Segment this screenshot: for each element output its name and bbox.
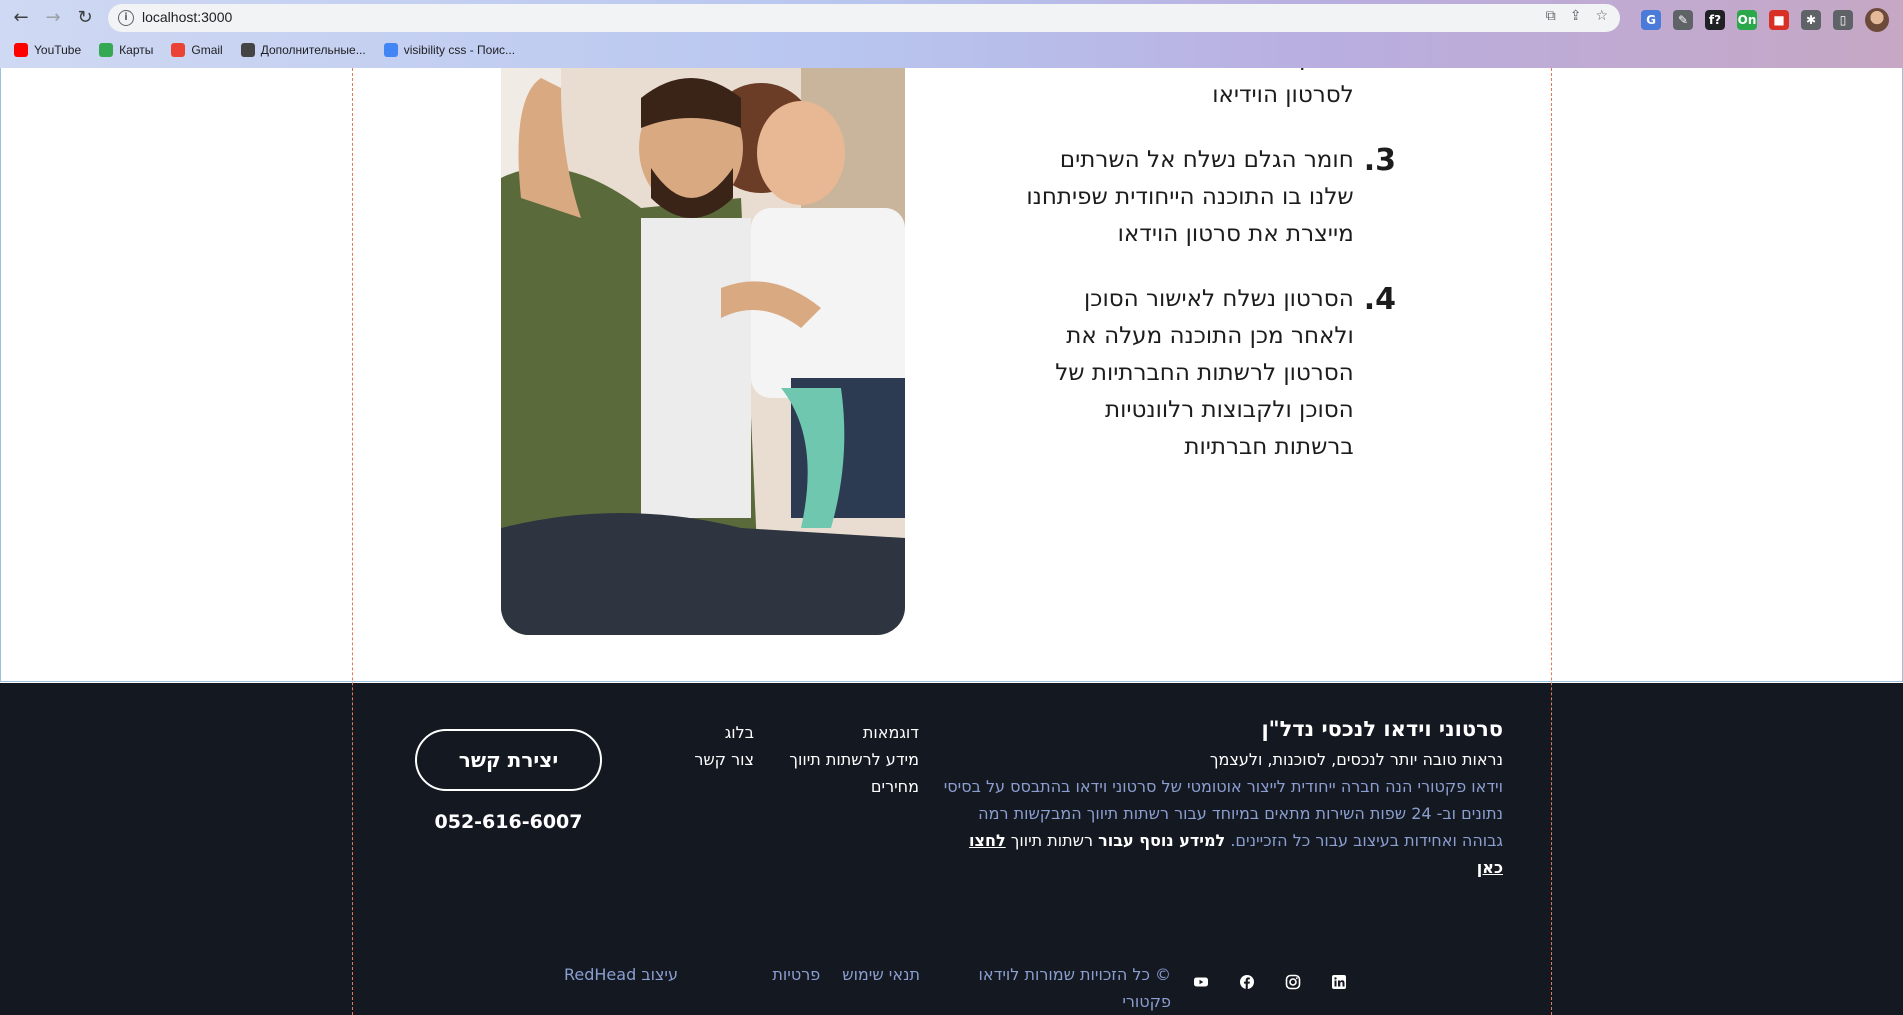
font-ext-icon[interactable]: f? [1705, 10, 1725, 30]
footer-phone[interactable]: 052-616-6007 [415, 811, 602, 833]
bookmark-label: Дополнительные... [260, 43, 366, 57]
extensions-bar: G ✎ f? On ■ ✱ ▯ [1641, 8, 1889, 32]
bookmark-label: Карты [119, 43, 154, 57]
extra-icon [240, 43, 255, 57]
process-section: 2.הסוכן בוחר את התבנית העיצובית לסרטון ה… [0, 68, 1903, 682]
design-credit[interactable]: עיצוב RedHead [564, 961, 678, 988]
process-step: 2.הסוכן בוחר את התבנית העיצובית לסרטון ה… [976, 68, 1396, 114]
reload-icon[interactable]: ↻ [74, 7, 96, 29]
youtube-icon [14, 43, 28, 57]
footer-nav-link[interactable]: בלוג [654, 719, 754, 746]
step-number: 2. [1364, 68, 1396, 114]
facebook-icon[interactable] [1236, 971, 1258, 993]
footer-legal-links: תנאי שימוש פרטיות [772, 961, 920, 988]
contact-button[interactable]: יצירת קשר [415, 729, 602, 791]
process-steps-list: 2.הסוכן בוחר את התבנית העיצובית לסרטון ה… [976, 68, 1396, 494]
footer-title: סרטוני וידאו לנכסי נדל"ן [1261, 717, 1503, 741]
footer-description: וידאו פקטורי הנה חברה ייחודית לייצור אוט… [943, 773, 1503, 881]
instagram-icon[interactable] [1282, 971, 1304, 993]
bookmarks-bar: YouTube Карты Gmail Дополнительные... visibi… [0, 36, 1903, 68]
step-text: חומר הגלם נשלח אל השרתים שלנו בו התוכנה … [1026, 147, 1354, 247]
maps-icon [99, 43, 114, 57]
step-text: הסוכן בוחר את התבנית העיצובית לסרטון הוי… [1031, 68, 1354, 108]
address-url[interactable]: localhost:3000 [142, 9, 232, 25]
profile-avatar[interactable] [1865, 8, 1889, 32]
puzzle-ext-icon[interactable]: ✱ [1801, 10, 1821, 30]
gmail-icon [171, 43, 186, 57]
step-number: 3. [1363, 143, 1396, 178]
address-bar[interactable]: i localhost:3000 ⧉ ⇪ ☆ [108, 4, 1620, 32]
footer-brand-block: סרטוני וידאו לנכסי נדל"ן נראות טובה יותר… [943, 717, 1503, 881]
on-ext-icon[interactable]: On [1737, 10, 1757, 30]
bookmark-label: Gmail [191, 43, 223, 57]
browser-toolbar: ← → ↻ i localhost:3000 ⧉ ⇪ ☆ G ✎ f? On ■ ✱ ▯ [0, 0, 1903, 36]
pen-ext-icon[interactable]: ✎ [1673, 10, 1693, 30]
privacy-link[interactable]: פרטיות [772, 961, 820, 988]
translate-icon[interactable]: ⧉ [1546, 8, 1556, 24]
footer-nav-col-2: בלוג צור קשר [654, 719, 754, 773]
bookmark-star-icon[interactable]: ☆ [1595, 8, 1608, 24]
sidepanel-icon[interactable]: ▯ [1833, 10, 1853, 30]
bookmark-label: YouTube [34, 43, 82, 57]
process-step: 4. הסרטון נשלח לאישור הסוכן ולאחר מכן התו… [976, 281, 1396, 466]
layout-guide-right [1551, 68, 1552, 1015]
google-icon [383, 43, 398, 57]
terms-link[interactable]: תנאי שימוש [842, 961, 920, 988]
bookmark-item[interactable]: Карты [99, 43, 153, 57]
process-step: 3. חומר הגלם נשלח אל השרתים שלנו בו התוכנ… [976, 142, 1396, 253]
bookmark-label: visibility css - Поис... [403, 43, 516, 57]
page-viewport: 2.הסוכן בוחר את התבנית העיצובית לסרטון ה… [0, 68, 1903, 1015]
share-icon[interactable]: ⇪ [1570, 8, 1582, 24]
site-info-icon[interactable]: i [118, 10, 134, 26]
step-text: הסרטון נשלח לאישור הסוכן ולאחר מכן התוכנ… [1055, 286, 1354, 460]
bookmark-item[interactable]: YouTube [14, 43, 81, 57]
footer-more-info-label: למידע נוסף עבור [1098, 831, 1226, 850]
red-ext-icon[interactable]: ■ [1769, 10, 1789, 30]
site-footer: סרטוני וידאו לנכסי נדל"ן נראות טובה יותר… [0, 683, 1903, 1015]
father-daughter-photo [501, 68, 905, 635]
footer-copyright: © כל הזכויות שמורות לוידאו פקטורי [978, 965, 1171, 1011]
bookmark-item[interactable]: visibility css - Поис... [383, 43, 516, 57]
footer-nav-link[interactable]: צור קשר [654, 746, 754, 773]
footer-nav-link[interactable]: מחירים [719, 773, 919, 800]
step-number: 4. [1363, 282, 1396, 317]
social-links [1190, 971, 1350, 993]
forward-arrow-icon[interactable]: → [42, 7, 64, 29]
footer-more-info-tail: רשתות תיווך [1010, 831, 1093, 850]
translate-ext-icon[interactable]: G [1641, 10, 1661, 30]
bookmark-item[interactable]: Gmail [171, 43, 223, 57]
youtube-icon[interactable] [1190, 971, 1212, 993]
linkedin-icon[interactable] [1328, 971, 1350, 993]
layout-guide-left [352, 68, 353, 1015]
bookmark-item[interactable]: Дополнительные... [240, 43, 366, 57]
footer-subtitle: נראות טובה יותר לנכסים, לסוכנות, ולעצמך [1209, 750, 1503, 769]
back-arrow-icon[interactable]: ← [10, 7, 32, 29]
